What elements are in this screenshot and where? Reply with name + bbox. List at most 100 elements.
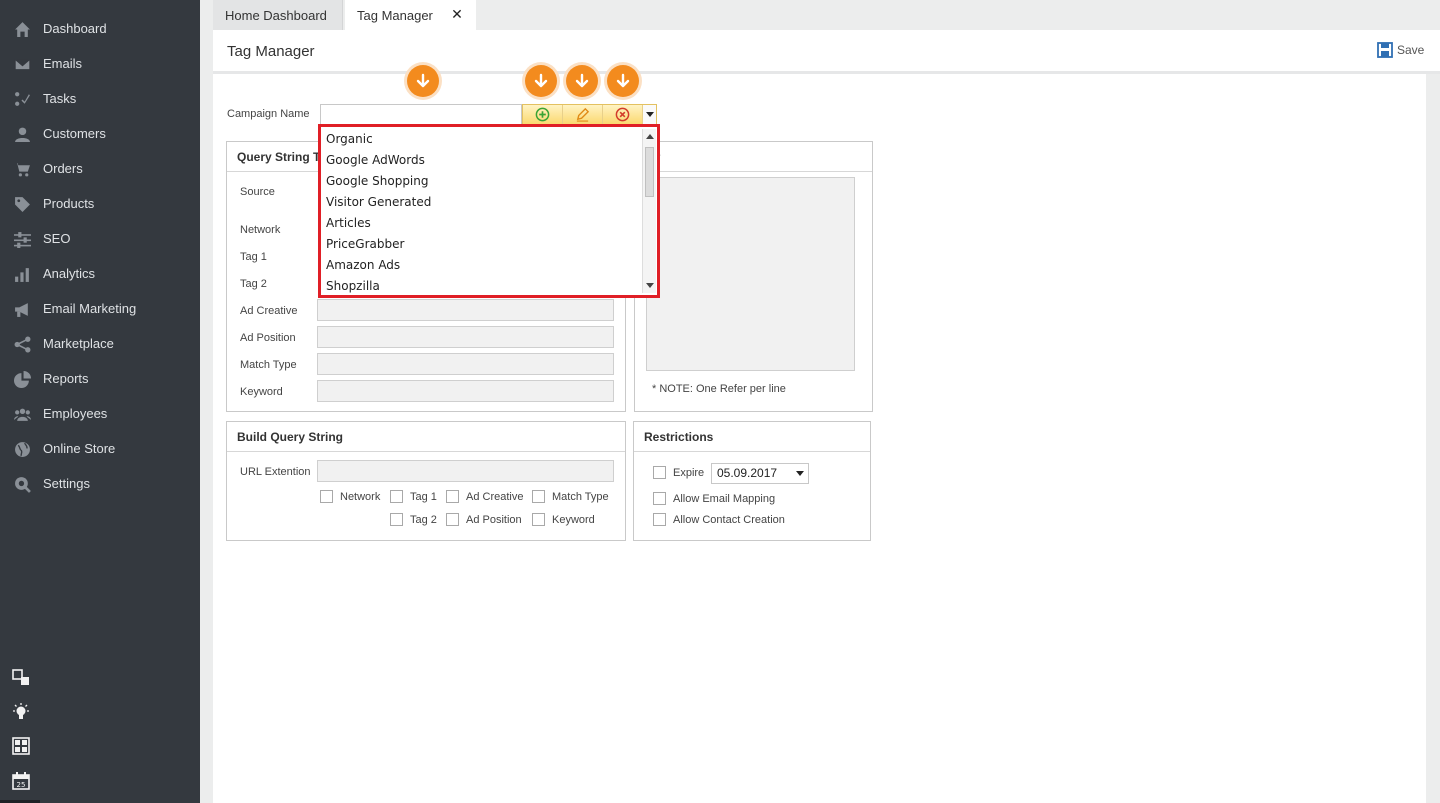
checkbox-label: Keyword [552,513,595,526]
tag-icon [13,195,31,213]
checkbox-square[interactable] [653,492,666,505]
users-icon [13,405,31,423]
expire-checkbox[interactable]: Expire [653,466,704,479]
list-item[interactable]: Visitor Generated [326,195,431,209]
checkbox-label: Ad Creative [466,490,524,503]
list-item[interactable]: Organic [326,132,373,146]
sidebar-item-dashboard[interactable]: Dashboard [0,11,200,46]
bar-chart-icon [13,265,31,283]
checkbox-square[interactable] [653,466,666,479]
keyword-checkbox[interactable]: Keyword [532,513,595,526]
sidebar-item-label: Tasks [43,91,77,106]
sidebar-item-tasks[interactable]: Tasks [0,81,200,116]
tab-close-icon[interactable]: ✕ [450,7,464,21]
scroll-down-icon[interactable] [646,283,654,288]
checkbox-square[interactable] [532,490,545,503]
sidebar-item-orders[interactable]: Orders [0,151,200,186]
checkbox-label: Allow Email Mapping [673,492,776,505]
floppy-disk-icon [1377,42,1393,58]
tab-home-dashboard[interactable]: Home Dashboard [213,0,343,30]
sidebar-item-label: Settings [43,476,90,491]
tag1-label: Tag 1 [240,251,267,263]
list-item[interactable]: Articles [326,216,371,230]
sidebar-item-analytics[interactable]: Analytics [0,256,200,291]
allow-email-mapping-checkbox[interactable]: Allow Email Mapping [653,492,775,505]
sidebar-item-products[interactable]: Products [0,186,200,221]
chevron-down-icon [645,112,654,117]
sidebar-item-emails[interactable]: Emails [0,46,200,81]
windows-icon[interactable] [12,669,30,687]
allow-contact-creation-checkbox[interactable]: Allow Contact Creation [653,513,785,526]
scroll-thumb[interactable] [645,147,654,197]
list-item[interactable]: Google AdWords [326,153,425,167]
campaign-dropdown-toggle[interactable] [643,105,656,124]
edit-campaign-button[interactable] [563,105,603,124]
checkbox-label: Ad Position [466,513,522,526]
add-campaign-button[interactable] [523,105,563,124]
scroll-up-icon[interactable] [646,134,654,139]
expire-date-value: 05.09.2017 [717,466,778,480]
sidebar-item-label: Email Marketing [43,301,137,316]
calculator-icon[interactable] [12,737,30,755]
envelope-icon [13,55,31,73]
sidebar-item-label: Dashboard [43,21,107,36]
list-item[interactable]: Shopzilla [326,279,380,293]
checkbox-square[interactable] [653,513,666,526]
dropdown-scrollbar[interactable] [642,129,656,293]
sidebar-item-seo[interactable]: SEO [0,221,200,256]
user-icon [13,125,31,143]
sidebar-item-settings[interactable]: Settings [0,466,200,501]
list-item[interactable]: Amazon Ads [326,258,400,272]
save-button[interactable]: Save [1377,42,1424,58]
campaign-name-input[interactable] [320,104,522,125]
sidebar-item-label: Reports [43,371,89,386]
sidebar-item-employees[interactable]: Employees [0,396,200,431]
refer-textarea[interactable] [646,177,855,371]
save-label: Save [1397,43,1425,57]
sidebar-item-email-marketing[interactable]: Email Marketing [0,291,200,326]
checkbox-square[interactable] [390,490,403,503]
checkbox-square[interactable] [446,513,459,526]
chevron-down-icon [796,471,804,476]
panel-gutter [1426,74,1440,803]
checkbox-square[interactable] [390,513,403,526]
ad-creative-label: Ad Creative [240,305,298,317]
sidebar-item-label: Orders [43,161,83,176]
list-item[interactable]: Google Shopping [326,174,429,188]
lightbulb-icon[interactable] [12,703,30,721]
ad-creative-input[interactable] [317,299,614,321]
sidebar-item-label: Analytics [43,266,96,281]
ad-creative-checkbox[interactable]: Ad Creative [446,490,523,503]
tag1-checkbox[interactable]: Tag 1 [390,490,437,503]
checkbox-square[interactable] [446,490,459,503]
checkbox-square[interactable] [320,490,333,503]
gear-search-icon [13,475,31,493]
campaign-button-group [522,104,657,125]
sidebar-item-marketplace[interactable]: Marketplace [0,326,200,361]
delete-campaign-button[interactable] [603,105,643,124]
match-type-input[interactable] [317,353,614,375]
checkbox-square[interactable] [532,513,545,526]
ad-position-checkbox[interactable]: Ad Position [446,513,522,526]
home-icon [13,20,31,38]
expire-date-select[interactable]: 05.09.2017 [711,463,809,484]
cart-icon [13,160,31,178]
checkbox-label: Match Type [552,490,609,503]
tag2-label: Tag 2 [240,278,267,290]
checkbox-label: Tag 2 [410,513,437,526]
sidebar-item-online-store[interactable]: Online Store [0,431,200,466]
sidebar-item-customers[interactable]: Customers [0,116,200,151]
tag2-checkbox[interactable]: Tag 2 [390,513,437,526]
url-extention-input[interactable] [317,460,614,482]
match-type-checkbox[interactable]: Match Type [532,490,609,503]
checkbox-label: Allow Contact Creation [673,513,785,526]
tab-label: Home Dashboard [225,7,327,23]
sidebar-item-reports[interactable]: Reports [0,361,200,396]
network-checkbox[interactable]: Network [320,490,380,503]
ad-position-input[interactable] [317,326,614,348]
calendar-icon[interactable]: 25 [12,772,30,790]
keyword-input[interactable] [317,380,614,402]
sidebar-item-label: Marketplace [43,336,114,351]
sidebar: Dashboard Emails Tasks Customers Orders … [0,0,200,803]
list-item[interactable]: PriceGrabber [326,237,404,251]
